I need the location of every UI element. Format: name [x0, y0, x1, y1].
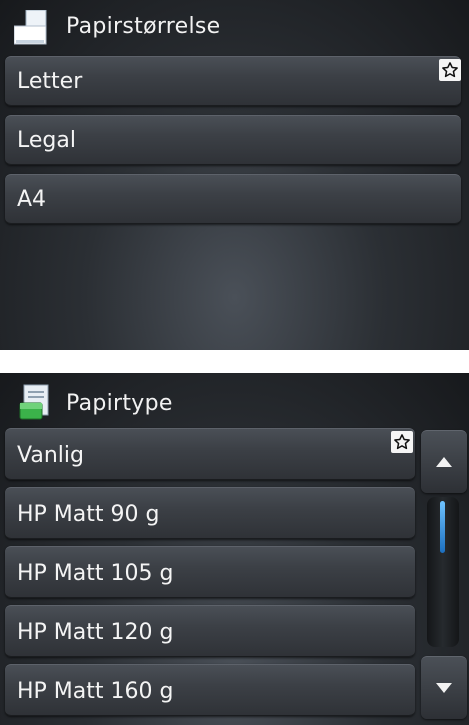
page-title: Papirtype	[66, 391, 173, 416]
list-item-label: HP Matt 90 g	[17, 502, 160, 527]
scroll-up-button[interactable]	[421, 430, 467, 493]
scrollbar-track[interactable]	[427, 497, 459, 647]
favorite-star-icon[interactable]	[439, 59, 461, 81]
page-title: Papirstørrelse	[66, 14, 221, 39]
paper-size-icon	[13, 9, 58, 46]
list-item-label: A4	[17, 187, 47, 212]
list-item-label: Legal	[17, 128, 76, 153]
list-item-label: Letter	[17, 69, 83, 94]
triangle-down-icon	[436, 683, 452, 693]
list-item-hp-matt-105[interactable]: HP Matt 105 g	[5, 546, 415, 598]
list-item-label: HP Matt 160 g	[17, 679, 174, 704]
list-item-label: HP Matt 120 g	[17, 620, 174, 645]
paper-type-icon	[16, 383, 56, 423]
paper-size-header: Papirstørrelse	[0, 0, 469, 56]
triangle-up-icon	[436, 457, 452, 467]
list-item-hp-matt-120[interactable]: HP Matt 120 g	[5, 605, 415, 657]
list-item-hp-matt-160[interactable]: HP Matt 160 g	[5, 664, 415, 716]
list-item-label: Vanlig	[17, 443, 84, 468]
list-item-label: HP Matt 105 g	[17, 561, 174, 586]
paper-type-header: Papirtype	[0, 373, 469, 429]
list-item-legal[interactable]: Legal	[5, 115, 461, 165]
paper-type-screen: Papirtype Vanlig HP Matt 90 g HP Matt 10…	[0, 373, 469, 725]
paper-size-screen: Papirstørrelse Letter Legal A4	[0, 0, 469, 350]
scroll-down-button[interactable]	[421, 656, 467, 719]
list-item-hp-matt-90[interactable]: HP Matt 90 g	[5, 487, 415, 539]
list-item-vanlig[interactable]: Vanlig	[5, 428, 415, 480]
list-item-a4[interactable]: A4	[5, 174, 461, 224]
scrollbar-thumb[interactable]	[440, 501, 445, 553]
list-item-letter[interactable]: Letter	[5, 56, 461, 106]
favorite-star-icon[interactable]	[391, 431, 413, 453]
